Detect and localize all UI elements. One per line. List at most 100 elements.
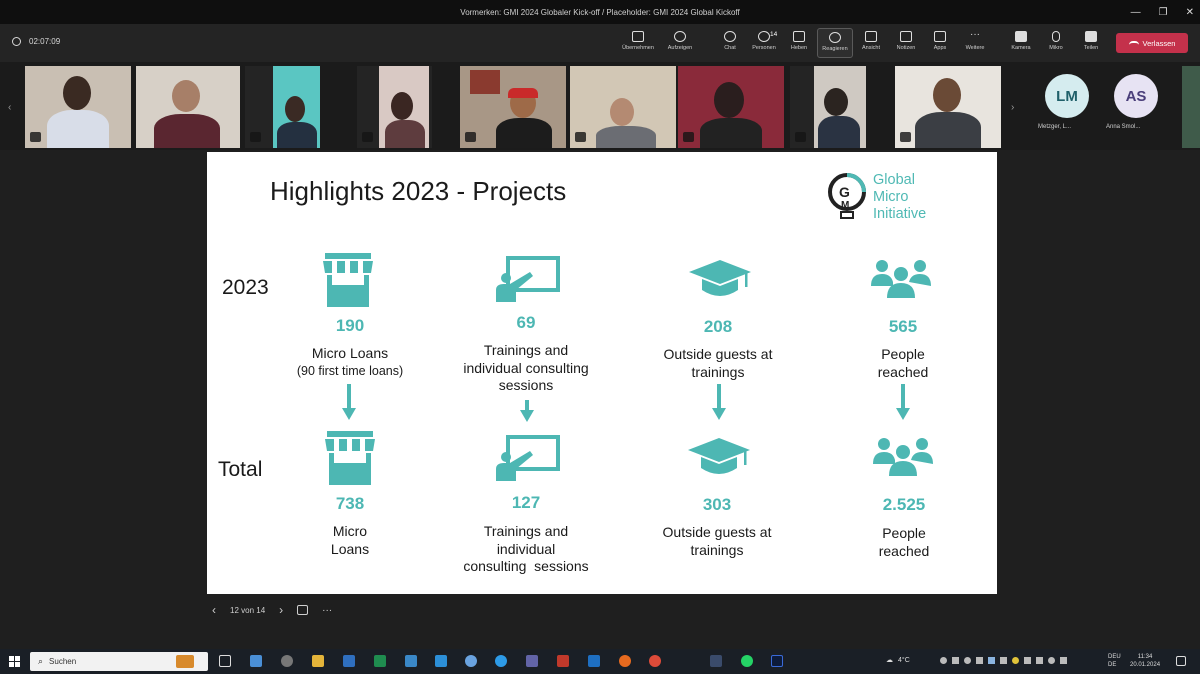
graduation-cap-icon — [688, 438, 750, 474]
mic-off-icon — [900, 132, 911, 142]
edge-icon[interactable] — [495, 655, 507, 667]
mic-off-icon — [250, 132, 261, 142]
tray-icon[interactable] — [964, 657, 971, 664]
tray-icon[interactable] — [940, 657, 947, 664]
presentation-icon — [496, 256, 560, 302]
input-language[interactable]: DEU DE — [1108, 653, 1121, 669]
slide-counter: 12 von 14 — [230, 605, 266, 615]
app-icon[interactable] — [250, 655, 262, 667]
tray-icon[interactable] — [1000, 657, 1007, 664]
mic-off-icon — [575, 132, 586, 142]
timer-value: 02:07:09 — [29, 37, 61, 46]
stat-value: 208 — [703, 317, 733, 336]
photoshop-icon[interactable] — [771, 655, 783, 667]
stat-value: 565 — [888, 317, 918, 336]
notification-icon[interactable] — [1176, 656, 1186, 666]
wifi-icon[interactable] — [1048, 657, 1055, 664]
folder-icon[interactable] — [312, 655, 324, 667]
outlook-icon[interactable] — [343, 655, 355, 667]
toolbox-icon — [176, 655, 194, 668]
strip-prev-icon[interactable]: ‹ — [8, 102, 11, 113]
mic-off-icon — [683, 132, 694, 142]
graduation-cap-icon — [689, 260, 751, 296]
taskbar-search[interactable]: ⌕ Suchen — [30, 652, 208, 671]
app-icon[interactable] — [465, 655, 477, 667]
stat-label: Outside guests at trainings — [663, 346, 773, 380]
window-controls: — ❐ ✕ — [1131, 0, 1194, 24]
tray-icon[interactable] — [1024, 657, 1031, 664]
app-icon[interactable] — [588, 655, 600, 667]
stat-value: 190 — [335, 316, 365, 335]
speaker-icon[interactable] — [1060, 657, 1067, 664]
strip-next-icon[interactable]: › — [1011, 102, 1014, 113]
avatar[interactable]: AS — [1114, 74, 1158, 118]
view-button[interactable]: Ansicht — [853, 28, 889, 58]
calendar-icon[interactable] — [435, 655, 447, 667]
more-options-icon[interactable]: ··· — [322, 605, 332, 616]
close-icon[interactable]: ✕ — [1186, 7, 1194, 18]
hand-button[interactable]: Heben — [781, 28, 817, 58]
video-tile[interactable] — [1182, 66, 1200, 148]
app-icon[interactable] — [405, 655, 417, 667]
more-button[interactable]: ··· Weitere — [957, 28, 993, 58]
windows-start-icon[interactable] — [9, 656, 20, 667]
video-tile[interactable] — [25, 66, 131, 148]
share-screen-button[interactable]: Teilen — [1073, 28, 1109, 58]
react-button[interactable]: Reagieren — [817, 28, 853, 58]
tray-icon[interactable] — [976, 657, 983, 664]
tray-icon[interactable] — [1012, 657, 1019, 664]
task-view-icon[interactable] — [219, 655, 231, 667]
camera-button[interactable]: Kamera — [1003, 28, 1039, 58]
chat-button[interactable]: Chat — [712, 28, 748, 58]
video-tile[interactable] — [678, 66, 784, 148]
chrome-icon[interactable] — [649, 655, 661, 667]
stat-label: Trainings and individual consulting sess… — [463, 342, 589, 393]
video-tile[interactable] — [790, 66, 866, 148]
video-tile[interactable] — [460, 66, 566, 148]
video-tile[interactable] — [136, 66, 240, 148]
notes-button[interactable]: Notizen — [888, 28, 924, 58]
window-titlebar: Vormerken: GMI 2024 Globaler Kick-off / … — [0, 0, 1200, 24]
slides-overview-icon[interactable] — [297, 605, 309, 615]
gmi-logo-text: Global Micro Initiative — [873, 172, 927, 222]
excel-icon[interactable] — [374, 655, 386, 667]
stat-value: 2.525 — [882, 495, 926, 514]
raise-button[interactable]: Aufzeigen — [662, 28, 698, 58]
stat-label: Trainings and individual consulting sess… — [463, 523, 589, 574]
leave-button[interactable]: Verlassen — [1116, 33, 1188, 53]
maximize-icon[interactable]: ❐ — [1159, 7, 1168, 18]
tray-icon[interactable] — [952, 657, 959, 664]
stat-value: 303 — [702, 495, 732, 514]
raise-icon — [674, 31, 686, 42]
mic-off-icon — [795, 132, 806, 142]
share-button[interactable]: Übernehmen — [620, 28, 656, 58]
share-screen-icon — [1085, 31, 1097, 42]
minimize-icon[interactable]: — — [1131, 7, 1141, 18]
firefox-icon[interactable] — [619, 655, 631, 667]
stat-value: 127 — [511, 493, 541, 512]
app-icon[interactable] — [281, 655, 293, 667]
weather-widget[interactable]: ☁ 4°C — [886, 656, 910, 665]
svg-text:M: M — [841, 200, 849, 211]
video-tile[interactable] — [570, 66, 676, 148]
tray-icon[interactable] — [1036, 657, 1043, 664]
svg-text:G: G — [839, 184, 850, 200]
mic-button[interactable]: Mikro — [1038, 28, 1074, 58]
apps-button[interactable]: Apps — [922, 28, 958, 58]
tray-icon[interactable] — [988, 657, 995, 664]
tray-icons — [940, 657, 1067, 664]
avatar[interactable]: LM — [1045, 74, 1089, 118]
teams-icon[interactable] — [526, 655, 538, 667]
whatsapp-icon[interactable] — [741, 655, 753, 667]
search-placeholder: Suchen — [49, 657, 77, 666]
people-button[interactable]: 14 Personen — [746, 28, 782, 58]
app-icon[interactable] — [710, 655, 722, 667]
video-tile[interactable] — [895, 66, 1001, 148]
video-tile[interactable] — [357, 66, 432, 148]
app-icon[interactable] — [557, 655, 569, 667]
next-slide-icon[interactable]: › — [279, 603, 283, 617]
video-tile[interactable] — [245, 66, 320, 148]
stat-label: Outside guests at trainings — [662, 524, 772, 558]
previous-slide-icon[interactable]: ‹ — [212, 603, 216, 617]
taskbar-clock[interactable]: 11:34 20.01.2024 — [1130, 653, 1160, 669]
